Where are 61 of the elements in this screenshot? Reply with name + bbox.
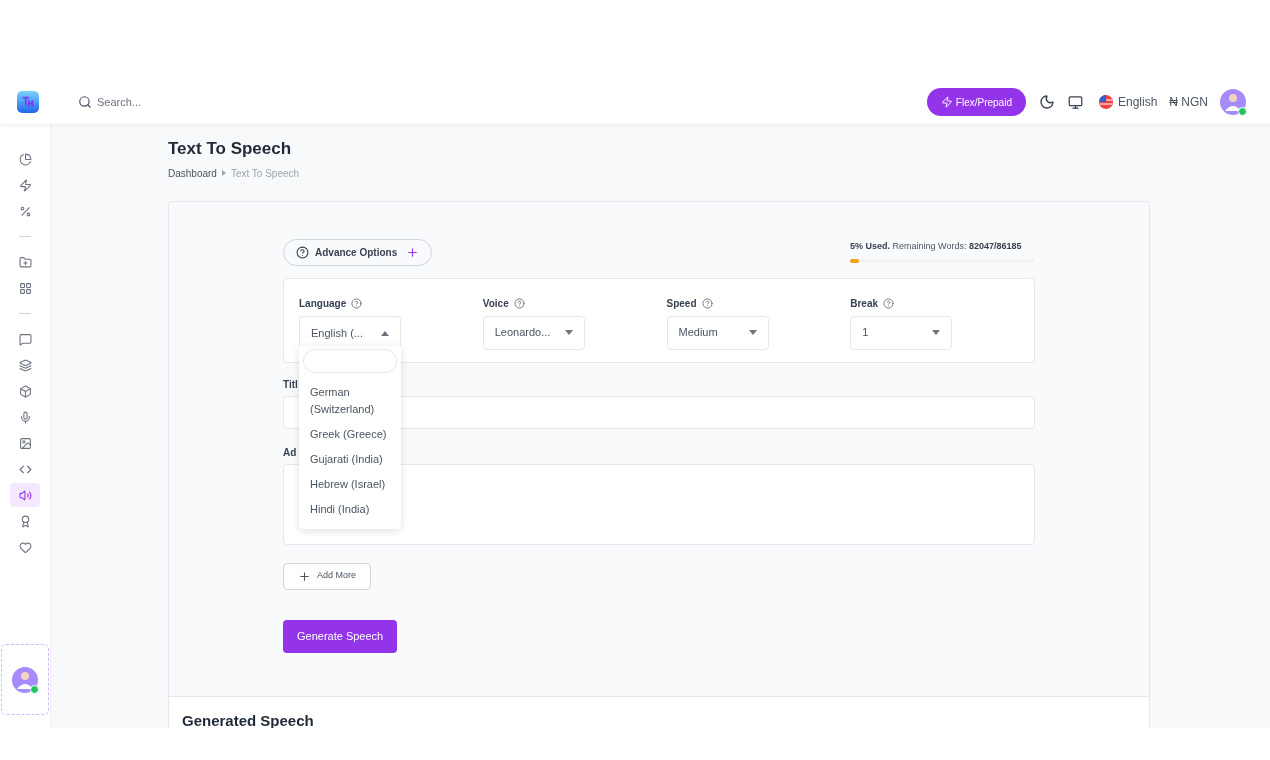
dark-mode-icon[interactable]: [1038, 94, 1055, 110]
grid-icon: [18, 281, 32, 295]
profile-card[interactable]: [1, 644, 49, 715]
flag-icon: [1098, 95, 1113, 109]
chat-icon: [18, 332, 32, 346]
advance-options-button[interactable]: Advance Options: [283, 238, 433, 266]
language-selector[interactable]: English: [1098, 93, 1158, 111]
generate-speech-button[interactable]: Generate Speech: [283, 619, 398, 653]
caret-down-icon: [932, 330, 941, 335]
field-label: Titl: [283, 377, 298, 392]
select-field[interactable]: Leonardo...: [482, 315, 585, 350]
help-icon: [883, 297, 895, 309]
pie-chart-icon: [18, 152, 32, 166]
dropdown-option[interactable]: Hebrew (Israel): [299, 471, 401, 497]
percent-icon: [18, 204, 32, 218]
currency-selector[interactable]: ₦ NGN: [1169, 93, 1208, 111]
app-logo[interactable]: [17, 91, 39, 113]
avatar[interactable]: [1220, 89, 1246, 115]
image-icon: [18, 436, 32, 450]
plus-icon: [298, 569, 311, 583]
lightning-icon: [940, 96, 953, 108]
dropdown-option[interactable]: Greek (Greece): [299, 421, 401, 447]
cube-icon: [18, 384, 32, 398]
dropdown-search-field[interactable]: [303, 348, 397, 373]
layers-icon: [18, 358, 32, 372]
select-field[interactable]: 1: [850, 315, 953, 350]
search-icon: [78, 95, 92, 109]
page-title: Text To Speech: [168, 138, 293, 160]
caret-down-icon: [564, 330, 573, 335]
search-field[interactable]: Search...: [97, 93, 247, 111]
dropdown-option[interactable]: Gujarati (India): [299, 446, 401, 472]
monitor-icon[interactable]: [1067, 94, 1083, 110]
avatar[interactable]: [12, 666, 38, 693]
help-icon: [351, 297, 363, 309]
dropdown-option[interactable]: German (Switzerland): [299, 379, 401, 422]
help-icon: [513, 297, 525, 309]
help-icon: [701, 297, 713, 309]
breadcrumb-arrow-icon: [221, 170, 226, 176]
field-label: Ad: [283, 445, 297, 460]
help-icon: [296, 245, 309, 259]
heart-icon: [18, 540, 32, 554]
breadcrumb-item: Text To Speech: [230, 166, 300, 181]
field-label: Speed: [666, 296, 697, 311]
caret-down-icon: [748, 330, 757, 335]
field-label: Language: [299, 296, 347, 311]
microphone-icon: [18, 410, 32, 424]
speaker-icon: [18, 488, 32, 502]
folder-icon: [18, 255, 32, 269]
section-title: Generated Speech: [182, 711, 314, 728]
dropdown-option[interactable]: Hindi (India): [299, 496, 401, 522]
sidebar-item[interactable]: [10, 483, 40, 507]
usage-text: 5% Used. Remaining Words: 82047/86185: [850, 239, 1023, 253]
caret-up-icon: [381, 330, 389, 336]
add-more-button[interactable]: Add More: [283, 562, 372, 590]
plus-icon: [406, 245, 420, 259]
lightning-icon: [18, 178, 32, 192]
select-field[interactable]: Medium: [666, 315, 769, 350]
field-label: Break: [850, 296, 879, 311]
field-label: Voice: [482, 296, 509, 311]
plan-button[interactable]: Flex/Prepaid: [926, 88, 1026, 116]
breadcrumb-item[interactable]: Dashboard: [168, 165, 217, 181]
